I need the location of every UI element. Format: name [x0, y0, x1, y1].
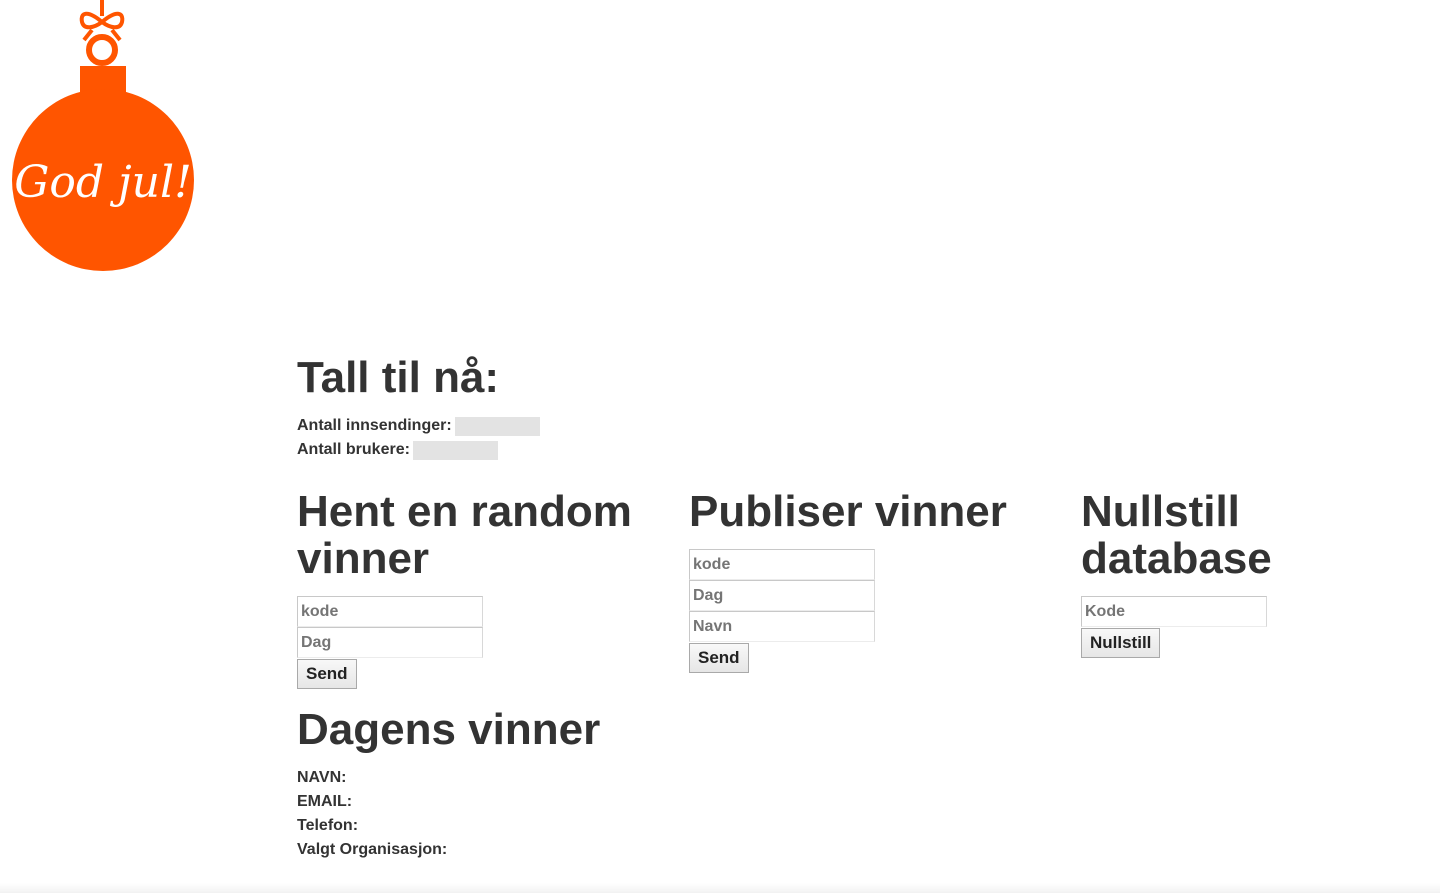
reset-database-code-input[interactable] [1081, 596, 1267, 627]
stat-users-value [412, 440, 498, 460]
reset-database-title: Nullstill database [1081, 487, 1272, 583]
stat-users-label: Antall brukere: [297, 441, 410, 458]
winner-phone-label: Telefon: [297, 817, 359, 834]
publish-winner-name-input[interactable] [689, 611, 875, 642]
reset-database-form: Nullstill [1081, 596, 1440, 658]
publish-winner-title: Publiser vinner [689, 487, 1007, 536]
logo-text: God jul! [14, 157, 192, 208]
random-winner-code-input[interactable] [297, 596, 483, 627]
stats-list: Antall innsendinger: Antall brukere: [297, 414, 1437, 462]
random-winner-form: Send [297, 596, 657, 689]
christmas-ornament-logo: God jul! [12, 0, 194, 271]
main-content: Tall til nå: Antall innsendinger: Antall… [297, 350, 1437, 858]
winner-name-label: NAVN: [297, 769, 347, 786]
todays-winner-title: Dagens vinner [297, 705, 601, 754]
stat-submissions: Antall innsendinger: [297, 414, 1437, 438]
publish-winner-form: Send [689, 549, 1049, 673]
reset-database-section: Nullstill database Nullstill [1081, 488, 1440, 658]
stats-title: Tall til nå: [297, 353, 500, 402]
stat-users: Antall brukere: [297, 438, 1437, 462]
bottom-shadow [0, 883, 1440, 893]
publish-winner-day-input[interactable] [689, 580, 875, 611]
stat-submissions-label: Antall innsendinger: [297, 417, 452, 434]
publish-winner-send-button[interactable]: Send [689, 643, 749, 673]
todays-winner-details: NAVN: EMAIL: Telefon: Valgt Organisasjon… [297, 766, 600, 862]
random-winner-title: Hent en random vinner [297, 487, 632, 583]
admin-forms: Hent en random vinner Send Publiser vinn… [297, 488, 1437, 718]
page: God jul! Tall til nå: Antall innsendinge… [0, 0, 1440, 893]
publish-winner-code-input[interactable] [689, 549, 875, 580]
publish-winner-section: Publiser vinner Send [689, 488, 1049, 673]
todays-winner-section: Dagens vinner NAVN: EMAIL: Telefon: Valg… [297, 702, 600, 862]
random-winner-section: Hent en random vinner Send [297, 488, 657, 689]
stat-submissions-value [454, 416, 540, 436]
random-winner-day-input[interactable] [297, 627, 483, 658]
random-winner-send-button[interactable]: Send [297, 659, 357, 689]
winner-email-label: EMAIL: [297, 793, 353, 810]
reset-database-button[interactable]: Nullstill [1081, 628, 1161, 658]
winner-organization-label: Valgt Organisasjon: [297, 841, 448, 858]
